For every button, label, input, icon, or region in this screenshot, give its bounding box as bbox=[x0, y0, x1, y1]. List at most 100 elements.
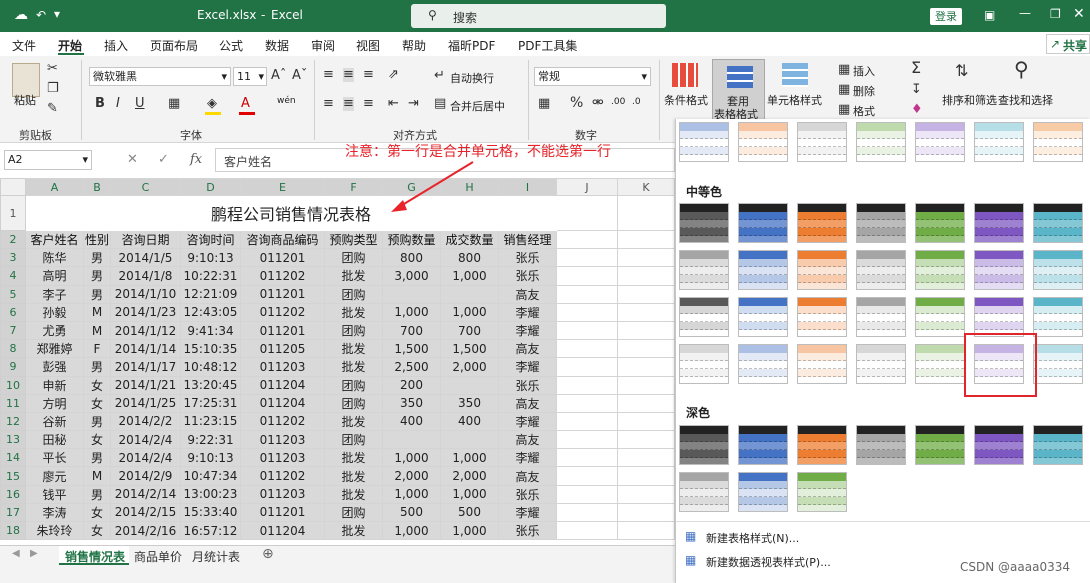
data-cell[interactable]: 13:20:45 bbox=[180, 375, 241, 395]
data-cell[interactable]: 2014/1/5 bbox=[110, 248, 181, 268]
cell[interactable] bbox=[617, 284, 675, 304]
header-cell[interactable]: 预购类型 bbox=[324, 229, 383, 250]
format-as-table-button[interactable]: 套用 表格格式 bbox=[712, 59, 765, 121]
find-select-label[interactable]: 查找和选择 bbox=[998, 92, 1053, 108]
row-header[interactable]: 17 bbox=[0, 502, 26, 523]
row-header[interactable]: 9 bbox=[0, 357, 26, 377]
data-cell[interactable]: 团购 bbox=[324, 320, 383, 341]
clear-icon[interactable]: ♦ bbox=[911, 103, 923, 117]
data-cell[interactable]: 2014/1/12 bbox=[110, 320, 181, 341]
sheet-tab-price[interactable]: 商品单价 bbox=[134, 548, 182, 565]
data-cell[interactable]: 011202 bbox=[240, 411, 325, 432]
column-header[interactable]: I bbox=[498, 178, 557, 196]
data-cell[interactable]: 批发 bbox=[324, 357, 383, 377]
insert-function-icon[interactable]: fx bbox=[190, 152, 202, 167]
table-style-swatch[interactable] bbox=[738, 297, 788, 337]
header-cell[interactable]: 预购数量 bbox=[382, 229, 441, 250]
find-select-icon[interactable]: ⚲ bbox=[1014, 59, 1029, 79]
data-cell[interactable]: 团购 bbox=[324, 502, 383, 523]
data-cell[interactable]: 张乐 bbox=[498, 520, 557, 541]
data-cell[interactable]: 2014/1/17 bbox=[110, 357, 181, 377]
data-cell[interactable]: 2014/2/15 bbox=[110, 502, 181, 523]
insert-cells-icon[interactable]: ▦ bbox=[838, 63, 850, 77]
data-cell[interactable]: 团购 bbox=[324, 284, 383, 304]
align-middle-icon[interactable]: ≡ bbox=[343, 68, 354, 82]
data-cell[interactable]: 1,000 bbox=[382, 484, 441, 504]
data-cell[interactable]: 批发 bbox=[324, 520, 383, 541]
data-cell[interactable]: 2014/2/4 bbox=[110, 430, 181, 450]
table-style-swatch[interactable] bbox=[1033, 122, 1083, 162]
data-cell[interactable]: 2,000 bbox=[440, 466, 499, 486]
cell[interactable] bbox=[556, 357, 618, 377]
row-header[interactable]: 11 bbox=[0, 393, 26, 413]
data-cell[interactable]: 500 bbox=[440, 502, 499, 523]
minimize-icon[interactable]: — bbox=[1019, 6, 1031, 20]
data-cell[interactable]: 张乐 bbox=[498, 248, 557, 268]
data-cell[interactable] bbox=[440, 375, 499, 395]
cell[interactable] bbox=[617, 302, 675, 322]
table-style-swatch[interactable] bbox=[797, 203, 847, 243]
table-style-swatch[interactable] bbox=[856, 203, 906, 243]
increase-decimal-icon[interactable]: .00 bbox=[611, 97, 625, 107]
table-style-swatch[interactable] bbox=[915, 250, 965, 290]
data-cell[interactable]: 批发 bbox=[324, 411, 383, 432]
table-style-swatch[interactable] bbox=[797, 472, 847, 512]
row-header[interactable]: 6 bbox=[0, 302, 26, 322]
align-center-icon[interactable]: ≡ bbox=[343, 97, 354, 111]
data-cell[interactable]: 团购 bbox=[324, 430, 383, 450]
cell[interactable] bbox=[556, 502, 618, 523]
select-all-corner[interactable] bbox=[0, 178, 26, 196]
row-header[interactable]: 4 bbox=[0, 266, 26, 286]
table-style-swatch[interactable] bbox=[974, 203, 1024, 243]
table-style-swatch[interactable] bbox=[1033, 250, 1083, 290]
data-cell[interactable]: 2014/1/21 bbox=[110, 375, 181, 395]
data-cell[interactable]: M bbox=[83, 320, 111, 341]
table-style-swatch[interactable] bbox=[679, 203, 729, 243]
data-cell[interactable]: 350 bbox=[440, 393, 499, 413]
cell[interactable] bbox=[617, 266, 675, 286]
data-cell[interactable]: 1,000 bbox=[382, 520, 441, 541]
data-cell[interactable]: 1,000 bbox=[382, 448, 441, 468]
increase-indent-icon[interactable]: ⇥ bbox=[408, 97, 419, 111]
data-cell[interactable] bbox=[382, 284, 441, 304]
italic-icon[interactable]: I bbox=[116, 97, 120, 111]
fill-icon[interactable]: ↧ bbox=[911, 83, 922, 97]
cell[interactable] bbox=[556, 302, 618, 322]
table-style-swatch[interactable] bbox=[738, 425, 788, 465]
format-cells-icon[interactable]: ▦ bbox=[838, 103, 850, 117]
table-style-swatch[interactable] bbox=[797, 250, 847, 290]
table-style-swatch[interactable] bbox=[915, 203, 965, 243]
header-cell[interactable]: 成交数量 bbox=[440, 229, 499, 250]
data-cell[interactable]: 011203 bbox=[240, 357, 325, 377]
data-cell[interactable]: 1,500 bbox=[382, 339, 441, 359]
data-cell[interactable]: 男 bbox=[83, 357, 111, 377]
tab-review[interactable]: 审阅 bbox=[311, 37, 335, 54]
cell-styles-icon[interactable] bbox=[782, 63, 808, 87]
data-cell[interactable]: 13:00:23 bbox=[180, 484, 241, 504]
row-header[interactable]: 13 bbox=[0, 430, 26, 450]
undo-icon[interactable]: ↶ bbox=[36, 8, 46, 22]
data-cell[interactable]: 9:22:31 bbox=[180, 430, 241, 450]
data-cell[interactable]: 男 bbox=[83, 248, 111, 268]
cell[interactable] bbox=[556, 266, 618, 286]
orientation-icon[interactable]: ⇗ bbox=[388, 68, 399, 82]
data-cell[interactable]: 2014/2/2 bbox=[110, 411, 181, 432]
align-bottom-icon[interactable]: ≡ bbox=[363, 68, 374, 82]
font-name-select[interactable]: 微软雅黑 ▾ bbox=[89, 67, 231, 86]
data-cell[interactable]: 400 bbox=[440, 411, 499, 432]
login-button[interactable]: 登录 bbox=[930, 8, 962, 25]
data-cell[interactable]: 李耀 bbox=[498, 320, 557, 341]
row-header[interactable]: 15 bbox=[0, 466, 26, 486]
percent-icon[interactable]: % bbox=[570, 96, 583, 110]
data-cell[interactable]: F bbox=[83, 339, 111, 359]
data-cell[interactable]: 李涛 bbox=[25, 502, 84, 523]
data-cell[interactable]: 田秘 bbox=[25, 430, 84, 450]
row-header[interactable]: 7 bbox=[0, 320, 26, 341]
cell[interactable] bbox=[617, 484, 675, 504]
data-cell[interactable]: 011201 bbox=[240, 284, 325, 304]
cell[interactable] bbox=[617, 229, 675, 250]
cut-icon[interactable]: ✂ bbox=[47, 62, 58, 76]
data-cell[interactable]: 15:10:35 bbox=[180, 339, 241, 359]
table-style-swatch[interactable] bbox=[738, 250, 788, 290]
cell[interactable] bbox=[556, 339, 618, 359]
